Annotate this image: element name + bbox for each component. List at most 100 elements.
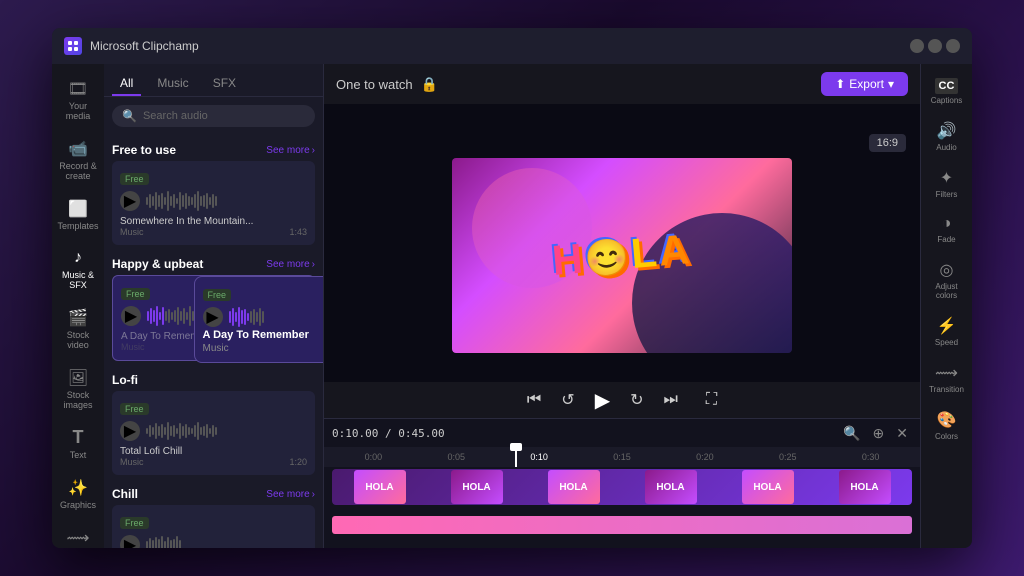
adjust-icon: ◎ <box>940 260 954 280</box>
app-icon <box>64 37 82 55</box>
ruler-marks: 0:00 0:05 0:10 0:15 0:20 0:25 0:30 <box>332 452 912 462</box>
section-title-happy: Happy & upbeat <box>112 257 203 271</box>
right-item-adjust[interactable]: ◎ Adjust colors <box>925 254 969 306</box>
sidebar-item-stock-images[interactable]: 🖼 Stock images <box>56 361 100 417</box>
right-item-speed[interactable]: ⚡ Speed <box>925 310 969 353</box>
colors-icon: 🎨 <box>937 410 957 430</box>
sidebar-item-transitions[interactable]: ⟿ Transitions <box>56 521 100 548</box>
section-lofi: Lo-fi <box>112 365 315 391</box>
see-more-chill[interactable]: See more › <box>266 489 315 500</box>
rewind-button[interactable]: ↺ <box>557 386 578 414</box>
section-chill: Chill See more › <box>112 479 315 505</box>
video-clip[interactable]: HOLA HOLA HOLA HOLA HOLA HOLA <box>332 469 912 505</box>
maximize-button[interactable]: □ <box>928 39 942 53</box>
tab-sfx[interactable]: SFX <box>205 72 244 96</box>
window-title: Microsoft Clipchamp <box>90 39 902 53</box>
free-badge-lofi: Free <box>120 403 149 415</box>
search-input[interactable] <box>143 110 305 122</box>
right-label-filters: Filters <box>936 190 958 199</box>
sidebar-item-templates[interactable]: ⬜ Templates <box>56 192 100 238</box>
lock-icon: 🔒 <box>421 76 438 93</box>
tab-music[interactable]: Music <box>149 72 196 96</box>
sidebar-item-record[interactable]: 📹 Record & create <box>56 132 100 188</box>
sidebar-item-media[interactable]: 🎞 Your media <box>56 72 100 128</box>
ruler-mark-30: 0:30 <box>829 452 912 462</box>
popup-play-button[interactable]: ▶ <box>203 307 223 327</box>
ruler-mark-0: 0:00 <box>332 452 415 462</box>
timeline-ruler: 0:00 0:05 0:10 0:15 0:20 0:25 0:30 <box>324 447 920 467</box>
minimize-button[interactable]: ─ <box>910 39 924 53</box>
play-button-chill[interactable]: ▶ <box>120 535 140 548</box>
popup-track-name: A Day To Remember <box>203 329 324 341</box>
audio-content: Free to use See more › Free ▶ Somewhere <box>104 135 323 548</box>
right-label-captions: Captions <box>931 96 963 105</box>
play-pause-button[interactable]: ▶ <box>591 384 614 417</box>
video-controls: ⏮ ↺ ▶ ↻ ⏭ ⛶ <box>324 382 920 418</box>
sidebar-label-media: Your media <box>58 102 98 122</box>
track-meta-mountain: Music 1:43 <box>120 227 307 237</box>
section-title-lofi: Lo-fi <box>112 373 138 387</box>
free-badge: Free <box>120 173 149 185</box>
right-item-transition[interactable]: ⟿ Transition <box>925 357 969 400</box>
section-title-free: Free to use <box>112 143 176 157</box>
audio-search-container: 🔍 <box>112 105 315 127</box>
track-popup: Free ▶ A Day To Remember Music <box>194 276 324 363</box>
ruler-mark-15: 0:15 <box>581 452 664 462</box>
right-panel: CC Captions 🔊 Audio ✦ Filters ◑ Fade ◎ A… <box>920 64 972 548</box>
audio-clip[interactable] <box>332 516 912 534</box>
right-item-fade[interactable]: ◑ Fade <box>925 209 969 250</box>
skip-back-button[interactable]: ⏮ <box>523 387 545 413</box>
speed-icon: ⚡ <box>937 316 957 336</box>
forward-button[interactable]: ↻ <box>626 386 647 414</box>
see-more-happy[interactable]: See more › <box>266 259 315 270</box>
window-controls: ─ □ ✕ <box>910 39 960 53</box>
tab-all[interactable]: All <box>112 72 141 96</box>
sidebar-item-music[interactable]: ♪ Music & SFX <box>56 241 100 297</box>
popup-waveform <box>229 305 324 329</box>
play-button-mountain[interactable]: ▶ <box>120 191 140 211</box>
play-button-day[interactable]: ▶ <box>121 306 141 326</box>
waveform-mountain <box>146 189 307 213</box>
record-icon: 📹 <box>67 138 89 160</box>
fullscreen-button[interactable]: ⛶ <box>702 387 721 413</box>
clip-thumb-4: HOLA <box>645 470 697 504</box>
time-display: 0:10.00 / 0:45.00 <box>332 427 445 440</box>
right-label-colors: Colors <box>935 432 958 441</box>
zoom-out-button[interactable]: 🔍 <box>839 423 864 444</box>
right-item-filters[interactable]: ✦ Filters <box>925 162 969 205</box>
timeline-toolbar: 0:10.00 / 0:45.00 🔍 ⊕ ✕ <box>324 419 920 447</box>
sidebar-item-text[interactable]: T Text <box>56 421 100 467</box>
sidebar-label-stock-images: Stock images <box>58 391 98 411</box>
play-button-lofi[interactable]: ▶ <box>120 421 140 441</box>
sidebar-item-graphics[interactable]: ✨ Graphics <box>56 471 100 517</box>
right-label-speed: Speed <box>935 338 958 347</box>
captions-icon: CC <box>935 78 959 94</box>
audio-track-daytoremember: Free ▶ A Day To Remember Music Free <box>112 275 315 361</box>
stock-images-icon: 🖼 <box>67 367 89 389</box>
aspect-ratio-badge: 16:9 <box>869 134 906 152</box>
timeline-settings-button[interactable]: ✕ <box>892 423 912 444</box>
zoom-in-button[interactable]: ⊕ <box>869 423 889 444</box>
right-item-colors[interactable]: 🎨 Colors <box>925 404 969 447</box>
close-button[interactable]: ✕ <box>946 39 960 53</box>
export-button[interactable]: ⬆ Export ▾ <box>821 72 908 96</box>
right-item-captions[interactable]: CC Captions <box>925 72 969 111</box>
waveform-chill <box>146 533 307 548</box>
sidebar-item-stock-video[interactable]: 🎬 Stock video <box>56 301 100 357</box>
main-content: 🎞 Your media 📹 Record & create ⬜ Templat… <box>52 64 972 548</box>
title-bar: Microsoft Clipchamp ─ □ ✕ <box>52 28 972 64</box>
fade-icon: ◑ <box>942 215 952 233</box>
section-title-chill: Chill <box>112 487 138 501</box>
export-icon: ⬆ <box>835 77 845 91</box>
timeline-controls: 🔍 ⊕ ✕ <box>839 423 912 444</box>
waveform-lofi <box>146 419 307 443</box>
track-name-mountain: Somewhere In the Mountain... <box>120 216 307 227</box>
clip-thumb-3: HOLA <box>548 470 600 504</box>
graphics-icon: ✨ <box>67 477 89 499</box>
right-item-audio[interactable]: 🔊 Audio <box>925 115 969 158</box>
right-label-fade: Fade <box>937 235 955 244</box>
ruler-mark-25: 0:25 <box>746 452 829 462</box>
see-more-free[interactable]: See more › <box>266 145 315 156</box>
skip-forward-button[interactable]: ⏭ <box>660 387 682 413</box>
filters-icon: ✦ <box>940 168 953 188</box>
